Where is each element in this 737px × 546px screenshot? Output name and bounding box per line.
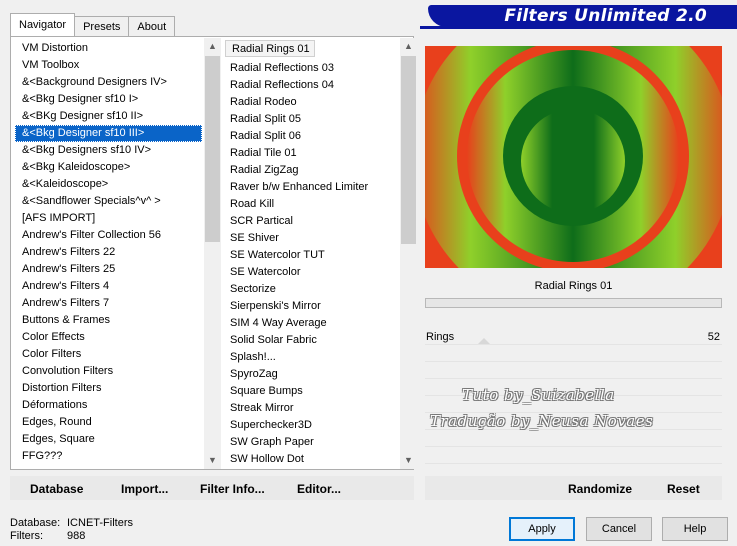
- database-label: Database:: [10, 517, 61, 529]
- filter-item[interactable]: SE Watercolor TUT: [223, 247, 399, 264]
- filter-preview: [425, 46, 722, 268]
- filter-item[interactable]: Sectorize: [223, 281, 399, 298]
- category-item[interactable]: &<Bkg Designer sf10 I>: [15, 91, 202, 108]
- reset-button[interactable]: Reset: [667, 482, 700, 496]
- title-banner: Filters Unlimited 2.0: [428, 5, 737, 27]
- banner-underline: [420, 26, 737, 29]
- filter-item[interactable]: SW Graph Paper: [223, 434, 399, 451]
- watermark-line-1: Tuto by_Suizabella: [462, 386, 615, 404]
- filter-item[interactable]: SE Shiver: [223, 230, 399, 247]
- editor-button[interactable]: Editor...: [297, 482, 341, 496]
- category-item[interactable]: Andrew's Filter Collection 56: [15, 227, 202, 244]
- tab-presets[interactable]: Presets: [74, 16, 130, 36]
- filter-item[interactable]: Radial ZigZag: [223, 162, 399, 179]
- category-item[interactable]: &<Kaleidoscope>: [15, 176, 202, 193]
- filter-item[interactable]: Solid Solar Fabric: [223, 332, 399, 349]
- category-item[interactable]: Buttons & Frames: [15, 312, 202, 329]
- preview-action-bar: Randomize Reset: [425, 476, 722, 500]
- filters-count-label: Filters:: [10, 530, 43, 542]
- category-item[interactable]: Andrew's Filters 22: [15, 244, 202, 261]
- randomize-button[interactable]: Randomize: [568, 482, 632, 496]
- category-item-selected[interactable]: &<Bkg Designer sf10 III>: [15, 125, 202, 142]
- filter-item[interactable]: SE Watercolor: [223, 264, 399, 281]
- param-label: Rings: [426, 331, 455, 343]
- param-value: 52: [707, 331, 720, 343]
- filter-item[interactable]: Radial Rodeo: [223, 94, 399, 111]
- filter-item[interactable]: Splash!...: [223, 349, 399, 366]
- database-value: ICNET-Filters: [67, 517, 133, 529]
- filter-item[interactable]: Radial Split 05: [223, 111, 399, 128]
- filter-item-selected[interactable]: Radial Rings 01: [225, 40, 315, 57]
- filter-item[interactable]: SIM 4 Way Average: [223, 315, 399, 332]
- param-row-empty: [425, 447, 722, 464]
- category-item[interactable]: Color Effects: [15, 329, 202, 346]
- category-item[interactable]: Déformations: [15, 397, 202, 414]
- category-item[interactable]: VM Distortion: [15, 40, 202, 57]
- scroll-up-arrow-icon[interactable]: ▲: [400, 38, 417, 55]
- filter-item[interactable]: Road Kill: [223, 196, 399, 213]
- watermark-line-2: Tradução by_Neusa Novaes: [430, 412, 654, 430]
- filter-item[interactable]: Square Bumps: [223, 383, 399, 400]
- param-row-rings[interactable]: Rings 52: [425, 328, 722, 345]
- category-item[interactable]: Edges, Round: [15, 414, 202, 431]
- filter-item[interactable]: SCR Partical: [223, 213, 399, 230]
- slider-thumb-icon[interactable]: [478, 338, 491, 344]
- filter-item[interactable]: Radial Reflections 04: [223, 77, 399, 94]
- category-item[interactable]: Distortion Filters: [15, 380, 202, 397]
- navigator-panel: VM Distortion VM Toolbox &<Background Desi…: [10, 36, 417, 470]
- scroll-down-arrow-icon[interactable]: ▼: [400, 452, 417, 469]
- filter-item[interactable]: Streak Mirror: [223, 400, 399, 417]
- param-row-empty: [425, 362, 722, 379]
- filter-item[interactable]: Radial Tile 01: [223, 145, 399, 162]
- category-item[interactable]: &<Bkg Kaleidoscope>: [15, 159, 202, 176]
- preview-image: [425, 46, 722, 268]
- category-scrollbar[interactable]: ▲ ▼: [204, 38, 221, 469]
- help-button[interactable]: Help: [662, 517, 728, 541]
- filter-item[interactable]: Radial Reflections 03: [223, 60, 399, 77]
- filter-info-button[interactable]: Filter Info...: [200, 482, 265, 496]
- filter-item[interactable]: Sierpenski's Mirror: [223, 298, 399, 315]
- category-item[interactable]: &<Background Designers IV>: [15, 74, 202, 91]
- tab-navigator[interactable]: Navigator: [10, 13, 76, 36]
- scroll-thumb[interactable]: [401, 56, 416, 244]
- filter-list[interactable]: Radial Rings 01 Radial Reflections 03 Radi…: [223, 40, 399, 468]
- tab-strip: Navigator Presets About: [10, 13, 176, 36]
- tab-about[interactable]: About: [128, 16, 176, 36]
- category-item[interactable]: &<Sandflower Specials^v^ >: [15, 193, 202, 210]
- filter-item[interactable]: SpyroZag: [223, 366, 399, 383]
- selected-filter-name: Radial Rings 01: [534, 280, 613, 292]
- filter-item[interactable]: SW Hollow Dot: [223, 451, 399, 468]
- param-row-empty: [425, 430, 722, 447]
- param-row-empty: [425, 345, 722, 362]
- import-button[interactable]: Import...: [121, 482, 168, 496]
- scroll-thumb[interactable]: [205, 56, 220, 242]
- database-button[interactable]: Database: [30, 482, 83, 496]
- category-item[interactable]: Andrew's Filters 4: [15, 278, 202, 295]
- banner-title: Filters Unlimited 2.0: [504, 6, 707, 26]
- filter-scrollbar[interactable]: ▲ ▼: [400, 38, 417, 469]
- database-info: Database: ICNET-Filters Filters: 988: [10, 517, 133, 543]
- filter-item[interactable]: Radial Split 06: [223, 128, 399, 145]
- filter-item[interactable]: Superchecker3D: [223, 417, 399, 434]
- apply-button[interactable]: Apply: [509, 517, 575, 541]
- scroll-up-arrow-icon[interactable]: ▲: [204, 38, 221, 55]
- category-item[interactable]: Andrew's Filters 7: [15, 295, 202, 312]
- category-item[interactable]: &<BKg Designer sf10 II>: [15, 108, 202, 125]
- cancel-button[interactable]: Cancel: [586, 517, 652, 541]
- progress-bar: [425, 298, 722, 308]
- category-item[interactable]: Convolution Filters: [15, 363, 202, 380]
- filters-count-value: 988: [67, 530, 86, 542]
- category-item[interactable]: [AFS IMPORT]: [15, 210, 202, 227]
- category-item[interactable]: FFG???: [15, 448, 202, 465]
- scroll-down-arrow-icon[interactable]: ▼: [204, 452, 221, 469]
- filter-item[interactable]: Raver b/w Enhanced Limiter: [223, 179, 399, 196]
- category-item[interactable]: &<Bkg Designers sf10 IV>: [15, 142, 202, 159]
- category-item[interactable]: VM Toolbox: [15, 57, 202, 74]
- category-list[interactable]: VM Distortion VM Toolbox &<Background Desi…: [15, 40, 202, 468]
- category-item[interactable]: Color Filters: [15, 346, 202, 363]
- navigator-action-bar: Database Import... Filter Info... Editor…: [10, 476, 414, 500]
- category-item[interactable]: Edges, Square: [15, 431, 202, 448]
- category-item[interactable]: Andrew's Filters 25: [15, 261, 202, 278]
